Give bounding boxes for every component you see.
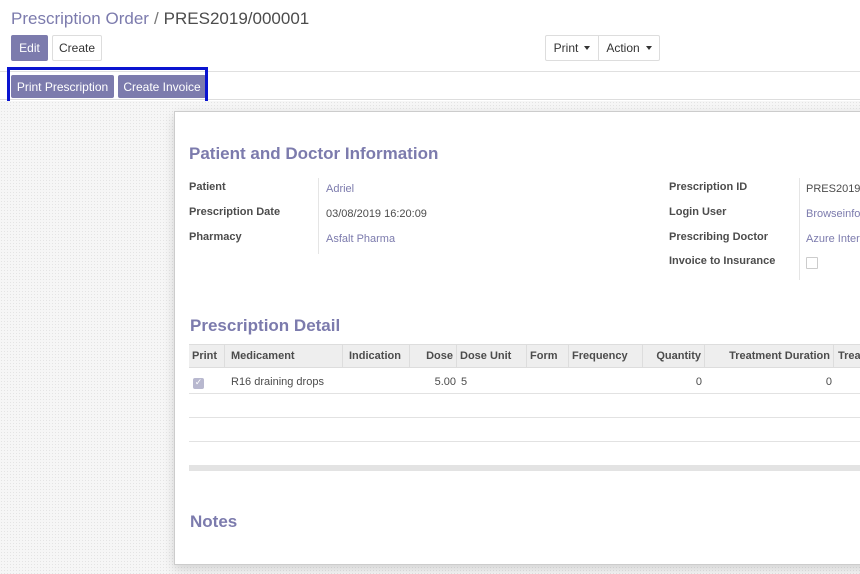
print-dropdown-label: Print [553,41,579,55]
column-header-dose[interactable]: Dose [410,345,457,367]
print-dropdown[interactable]: Print [545,35,599,61]
row-print-checkbox[interactable]: ✓ [193,378,204,389]
action-dropdown-label: Action [606,41,640,55]
patient-label: Patient [189,181,226,193]
breadcrumb: Prescription Order / PRES2019/000001 [11,9,309,29]
row-quantity[interactable]: 0 [645,376,702,388]
prescription-date-value: 03/08/2019 16:20:09 [326,208,427,220]
prescribing-doctor-value[interactable]: Azure Inter [806,233,860,245]
table-row-divider [189,393,860,394]
detail-table-footer [189,465,860,471]
prescription-id-value: PRES2019 [806,183,860,195]
row-medicament[interactable]: R16 draining drops [231,376,324,388]
control-panel: Prescription Order / PRES2019/000001 Edit … [0,0,860,107]
notes-section-title: Notes [190,512,238,531]
left-group-divider [318,178,319,254]
prescribing-doctor-label: Prescribing Doctor [669,231,769,243]
breadcrumb-separator: / [153,9,159,28]
detail-table-header: Print Medicament Indication Dose Dose Un… [189,344,860,368]
action-dropdown[interactable]: Action [598,35,660,61]
invoice-to-insurance-checkbox[interactable] [806,257,818,269]
column-header-indication[interactable]: Indication [343,345,410,367]
login-user-value[interactable]: Browseinfo [806,208,860,220]
create-button[interactable]: Create [52,35,102,61]
pharmacy-label: Pharmacy [189,231,242,243]
prescription-date-label: Prescription Date [189,206,281,218]
detail-section-title: Prescription Detail [190,316,341,335]
row-treatment-duration[interactable]: 0 [775,376,832,388]
info-section-title: Patient and Doctor Information [189,144,439,163]
column-header-print[interactable]: Print [189,345,225,367]
column-header-form[interactable]: Form [527,345,569,367]
table-row-divider [189,417,860,418]
column-header-medicament[interactable]: Medicament [225,345,343,367]
patient-value[interactable]: Adriel [326,183,354,195]
row-dose-unit[interactable]: 5 [461,376,467,388]
prescription-id-label: Prescription ID [669,181,748,193]
caret-down-icon [645,46,652,50]
breadcrumb-current: PRES2019/000001 [163,9,310,28]
row-dose[interactable]: 5.00 [410,376,456,388]
column-header-quantity[interactable]: Quantity [643,345,705,367]
pharmacy-value[interactable]: Asfalt Pharma [326,233,395,245]
checkmark-icon: ✓ [194,378,203,388]
login-user-label: Login User [669,206,727,218]
edit-button[interactable]: Edit [11,35,48,61]
column-header-treatment-truncated[interactable]: Trea [834,345,860,367]
invoice-to-insurance-label: Invoice to Insurance [669,255,776,267]
table-row-divider [189,441,860,442]
breadcrumb-parent-link[interactable]: Prescription Order [11,9,149,28]
right-group-divider [799,178,800,280]
column-header-frequency[interactable]: Frequency [569,345,643,367]
caret-down-icon [584,46,591,50]
form-sheet: Patient and Doctor Information Patient A… [174,111,860,565]
column-header-dose-unit[interactable]: Dose Unit [457,345,527,367]
column-header-treatment-duration[interactable]: Treatment Duration [705,345,834,367]
